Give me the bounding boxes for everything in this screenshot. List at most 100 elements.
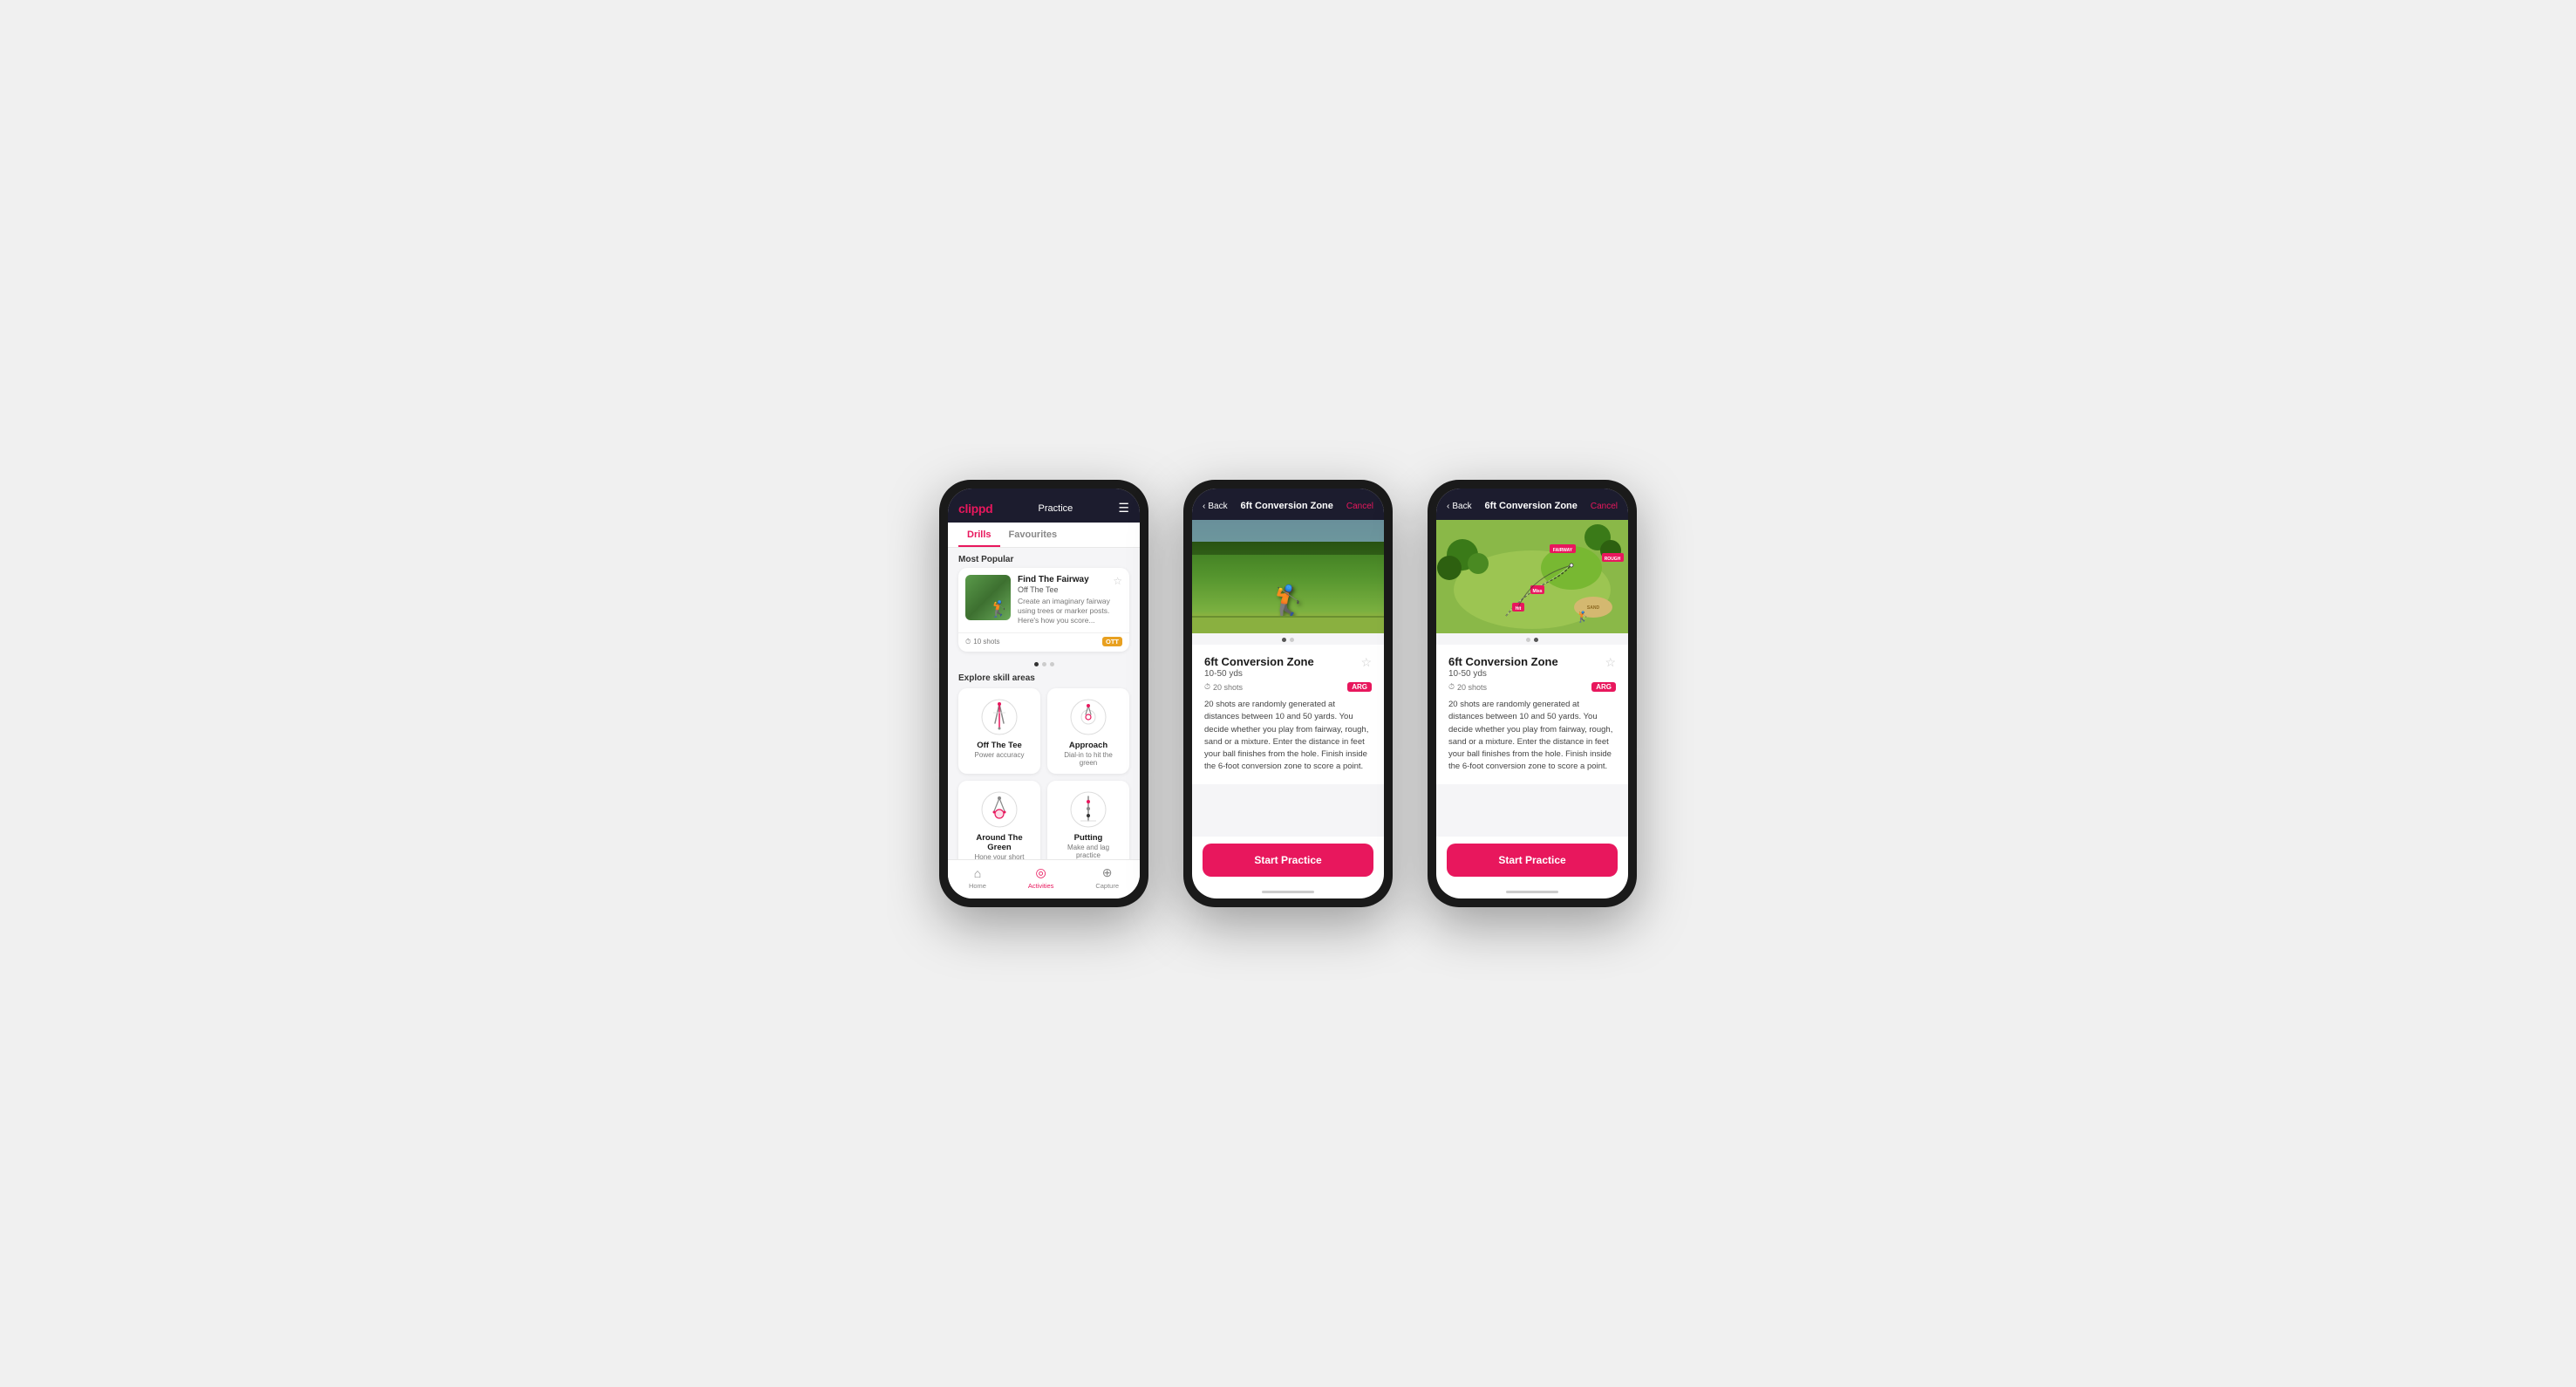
ott-svg <box>979 697 1019 737</box>
phone1-body: Most Popular Find The Fairway Off The Te… <box>948 548 1140 859</box>
approach-icon <box>1068 697 1108 737</box>
home-indicator <box>1262 891 1314 893</box>
dot-2 <box>1042 662 1046 666</box>
tab-favourites[interactable]: Favourites <box>1000 523 1067 547</box>
chevron-left-icon-3: ‹ <box>1447 502 1449 511</box>
img-dot-3-2 <box>1534 638 1538 642</box>
back-button[interactable]: ‹ Back <box>1203 502 1228 511</box>
skill-card-putting[interactable]: Putting Make and lag practice <box>1047 781 1129 859</box>
ground <box>1192 616 1384 633</box>
shots-count: ⏱ 10 shots <box>965 638 1000 646</box>
skill-card-ott[interactable]: Off The Tee Power accuracy <box>958 688 1040 774</box>
img-dot-3-1 <box>1526 638 1530 642</box>
tab-drills[interactable]: Drills <box>958 523 1000 547</box>
course-map-svg: FAIRWAY ROUGH Hit Miss SAND 🏌️ <box>1436 520 1628 633</box>
image-carousel-dots <box>1192 633 1384 645</box>
ott-desc: Power accuracy <box>975 751 1025 759</box>
activities-label: Activities <box>1028 882 1054 890</box>
phone-3-screen: ‹ Back 6ft Conversion Zone Cancel <box>1436 489 1628 898</box>
back-button-3[interactable]: ‹ Back <box>1447 502 1472 511</box>
svg-text:FAIRWAY: FAIRWAY <box>1553 548 1573 553</box>
approach-desc: Dial-in to hit the green <box>1054 751 1122 767</box>
chevron-left-icon: ‹ <box>1203 502 1205 511</box>
drill-title-3: 6ft Conversion Zone <box>1448 655 1558 668</box>
home-icon: ⌂ <box>974 866 981 880</box>
nav-activities[interactable]: ◎ Activities <box>1028 865 1054 890</box>
phone2-body: 🏌️ 6ft Conversion Zone 10-50 yds ☆ <box>1192 520 1384 837</box>
home-label: Home <box>969 882 986 890</box>
drill-info-card-3: 6ft Conversion Zone 10-50 yds ☆ ⏱ 20 sho… <box>1436 645 1628 784</box>
cancel-button-3[interactable]: Cancel <box>1591 502 1618 511</box>
dot-1 <box>1034 662 1039 666</box>
start-practice-button[interactable]: Start Practice <box>1203 844 1373 877</box>
card-footer: ⏱ 10 shots OTT <box>958 632 1129 652</box>
shots-row-3: ⏱ 20 shots ARG <box>1448 682 1616 692</box>
phone2-header-title: 6ft Conversion Zone <box>1241 501 1333 511</box>
atg-desc: Hone your short game <box>965 853 1033 859</box>
img-dot-1 <box>1282 638 1286 642</box>
favourite-star-3[interactable]: ☆ <box>1605 655 1616 670</box>
drill-title-group-3: 6ft Conversion Zone 10-50 yds <box>1448 655 1558 682</box>
golf-image <box>965 575 1011 620</box>
clock-icon: ⏱ <box>965 638 971 646</box>
bottom-nav: ⌂ Home ◎ Activities ⊕ Capture <box>948 859 1140 898</box>
phone3-body: FAIRWAY ROUGH Hit Miss SAND 🏌️ <box>1436 520 1628 837</box>
card-info: Find The Fairway Off The Tee ☆ Create an… <box>1018 575 1122 625</box>
capture-label: Capture <box>1095 882 1119 890</box>
drill-hero-photo: 🏌️ <box>1192 520 1384 633</box>
phone-2-screen: ‹ Back 6ft Conversion Zone Cancel 🏌️ <box>1192 489 1384 898</box>
favourite-star[interactable]: ☆ <box>1360 655 1372 670</box>
shots-label-3: ⏱ 20 shots <box>1448 682 1487 692</box>
drill-range-3: 10-50 yds <box>1448 669 1558 679</box>
svg-text:🏌️: 🏌️ <box>1577 611 1590 623</box>
activities-icon: ◎ <box>1036 865 1046 880</box>
dot-3 <box>1050 662 1054 666</box>
phone3-header: ‹ Back 6ft Conversion Zone Cancel <box>1436 489 1628 520</box>
svg-text:Miss: Miss <box>1532 589 1542 594</box>
skills-grid: Off The Tee Power accuracy <box>948 688 1140 859</box>
most-popular-label: Most Popular <box>948 548 1140 568</box>
drill-info-card: 6ft Conversion Zone 10-50 yds ☆ ⏱ 20 sho… <box>1192 645 1384 784</box>
atg-icon <box>979 789 1019 830</box>
drill-thumbnail <box>965 575 1011 620</box>
skill-card-atg[interactable]: Around The Green Hone your short game <box>958 781 1040 859</box>
phone2-header: ‹ Back 6ft Conversion Zone Cancel <box>1192 489 1384 520</box>
putting-name: Putting <box>1074 833 1103 843</box>
atg-svg <box>979 789 1019 830</box>
approach-name: Approach <box>1069 741 1107 750</box>
menu-icon[interactable]: ☰ <box>1118 501 1129 516</box>
arg-badge: ARG <box>1347 682 1372 692</box>
drill-subtitle: Off The Tee <box>1018 585 1089 594</box>
shots-label: ⏱ 20 shots <box>1204 682 1243 692</box>
favourite-icon[interactable]: ☆ <box>1113 575 1122 587</box>
timer-icon-3: ⏱ <box>1448 682 1455 692</box>
tabs-bar: Drills Favourites <box>948 523 1140 548</box>
card-inner: Find The Fairway Off The Tee ☆ Create an… <box>958 568 1129 632</box>
sky <box>1192 520 1384 542</box>
svg-text:ROUGH: ROUGH <box>1605 557 1621 562</box>
title-fav-row: 6ft Conversion Zone 10-50 yds ☆ <box>1204 655 1372 682</box>
carousel-dots <box>948 659 1140 670</box>
arg-badge-3: ARG <box>1591 682 1616 692</box>
phone3-header-title: 6ft Conversion Zone <box>1485 501 1578 511</box>
timer-icon: ⏱ <box>1204 682 1210 692</box>
capture-icon: ⊕ <box>1102 865 1113 880</box>
featured-drill-card[interactable]: Find The Fairway Off The Tee ☆ Create an… <box>958 568 1129 652</box>
category-badge: OTT <box>1102 637 1122 646</box>
cancel-button[interactable]: Cancel <box>1346 502 1373 511</box>
image-carousel-dots-3 <box>1436 633 1628 645</box>
skill-card-approach[interactable]: Approach Dial-in to hit the green <box>1047 688 1129 774</box>
golfer-figure: 🏌️ <box>1269 584 1308 620</box>
phone1-header: clippd Practice ☰ <box>948 489 1140 523</box>
phone-3: ‹ Back 6ft Conversion Zone Cancel <box>1428 480 1637 907</box>
course-background: 🏌️ <box>1192 520 1384 633</box>
putting-desc: Make and lag practice <box>1054 844 1122 859</box>
start-practice-button-3[interactable]: Start Practice <box>1447 844 1618 877</box>
ott-name: Off The Tee <box>977 741 1022 750</box>
nav-capture[interactable]: ⊕ Capture <box>1095 865 1119 890</box>
phone-2: ‹ Back 6ft Conversion Zone Cancel 🏌️ <box>1183 480 1393 907</box>
nav-home[interactable]: ⌂ Home <box>969 866 986 890</box>
drill-title-group: 6ft Conversion Zone 10-50 yds <box>1204 655 1314 682</box>
phone-1-screen: clippd Practice ☰ Drills Favourites Most… <box>948 489 1140 898</box>
clippd-logo: clippd <box>958 502 992 516</box>
